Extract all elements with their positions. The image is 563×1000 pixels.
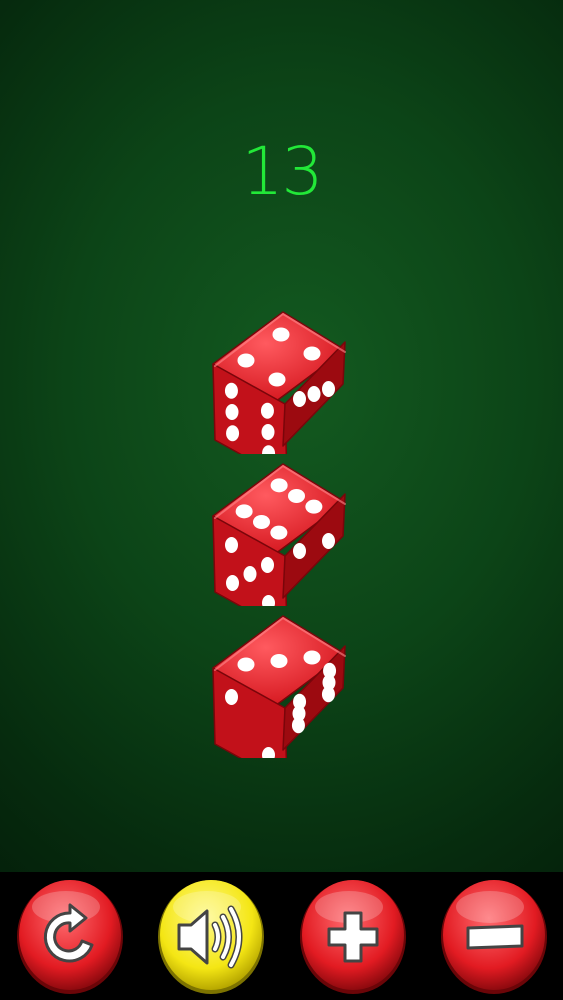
felt-table: 13: [0, 0, 563, 872]
die-pip: [305, 499, 323, 514]
die-pip: [321, 686, 335, 703]
die-pip: [225, 404, 239, 420]
die-pip: [226, 575, 239, 591]
die-pip: [303, 650, 321, 665]
die-pip: [224, 382, 238, 399]
die-3[interactable]: [203, 608, 353, 758]
die-pip: [261, 424, 275, 440]
die-pip: [225, 689, 238, 705]
sound-button[interactable]: [157, 877, 265, 995]
reroll-button[interactable]: [16, 877, 124, 995]
die-pip: [261, 557, 274, 573]
die-pip: [293, 543, 306, 559]
die-pip: [268, 372, 286, 387]
die-pip: [307, 386, 321, 402]
die-pip: [303, 346, 321, 361]
die-pip: [293, 391, 306, 407]
die-2[interactable]: [203, 456, 353, 606]
die-pip: [226, 425, 240, 442]
die-pip: [288, 489, 305, 503]
die-pip: [243, 566, 257, 582]
die-pip: [237, 353, 255, 368]
die-pip: [270, 525, 288, 540]
die-pip: [260, 402, 274, 419]
die-pip: [270, 654, 288, 668]
minus-icon: [466, 924, 524, 950]
die-pip: [225, 537, 238, 553]
dice-roller-app: 13: [0, 0, 563, 1000]
die-pip: [253, 515, 270, 529]
die-pip: [322, 533, 335, 549]
die-pip: [235, 504, 253, 519]
die-pip: [322, 381, 335, 397]
die-pip: [272, 327, 290, 342]
die-pip: [270, 478, 288, 493]
dice-total: 13: [241, 133, 324, 210]
add-die-button[interactable]: [299, 877, 407, 995]
die-1[interactable]: [203, 304, 353, 454]
remove-die-button[interactable]: [440, 877, 548, 995]
bottom-toolbar: [0, 872, 563, 1000]
die-pip: [291, 717, 305, 734]
die-pip: [237, 657, 255, 672]
